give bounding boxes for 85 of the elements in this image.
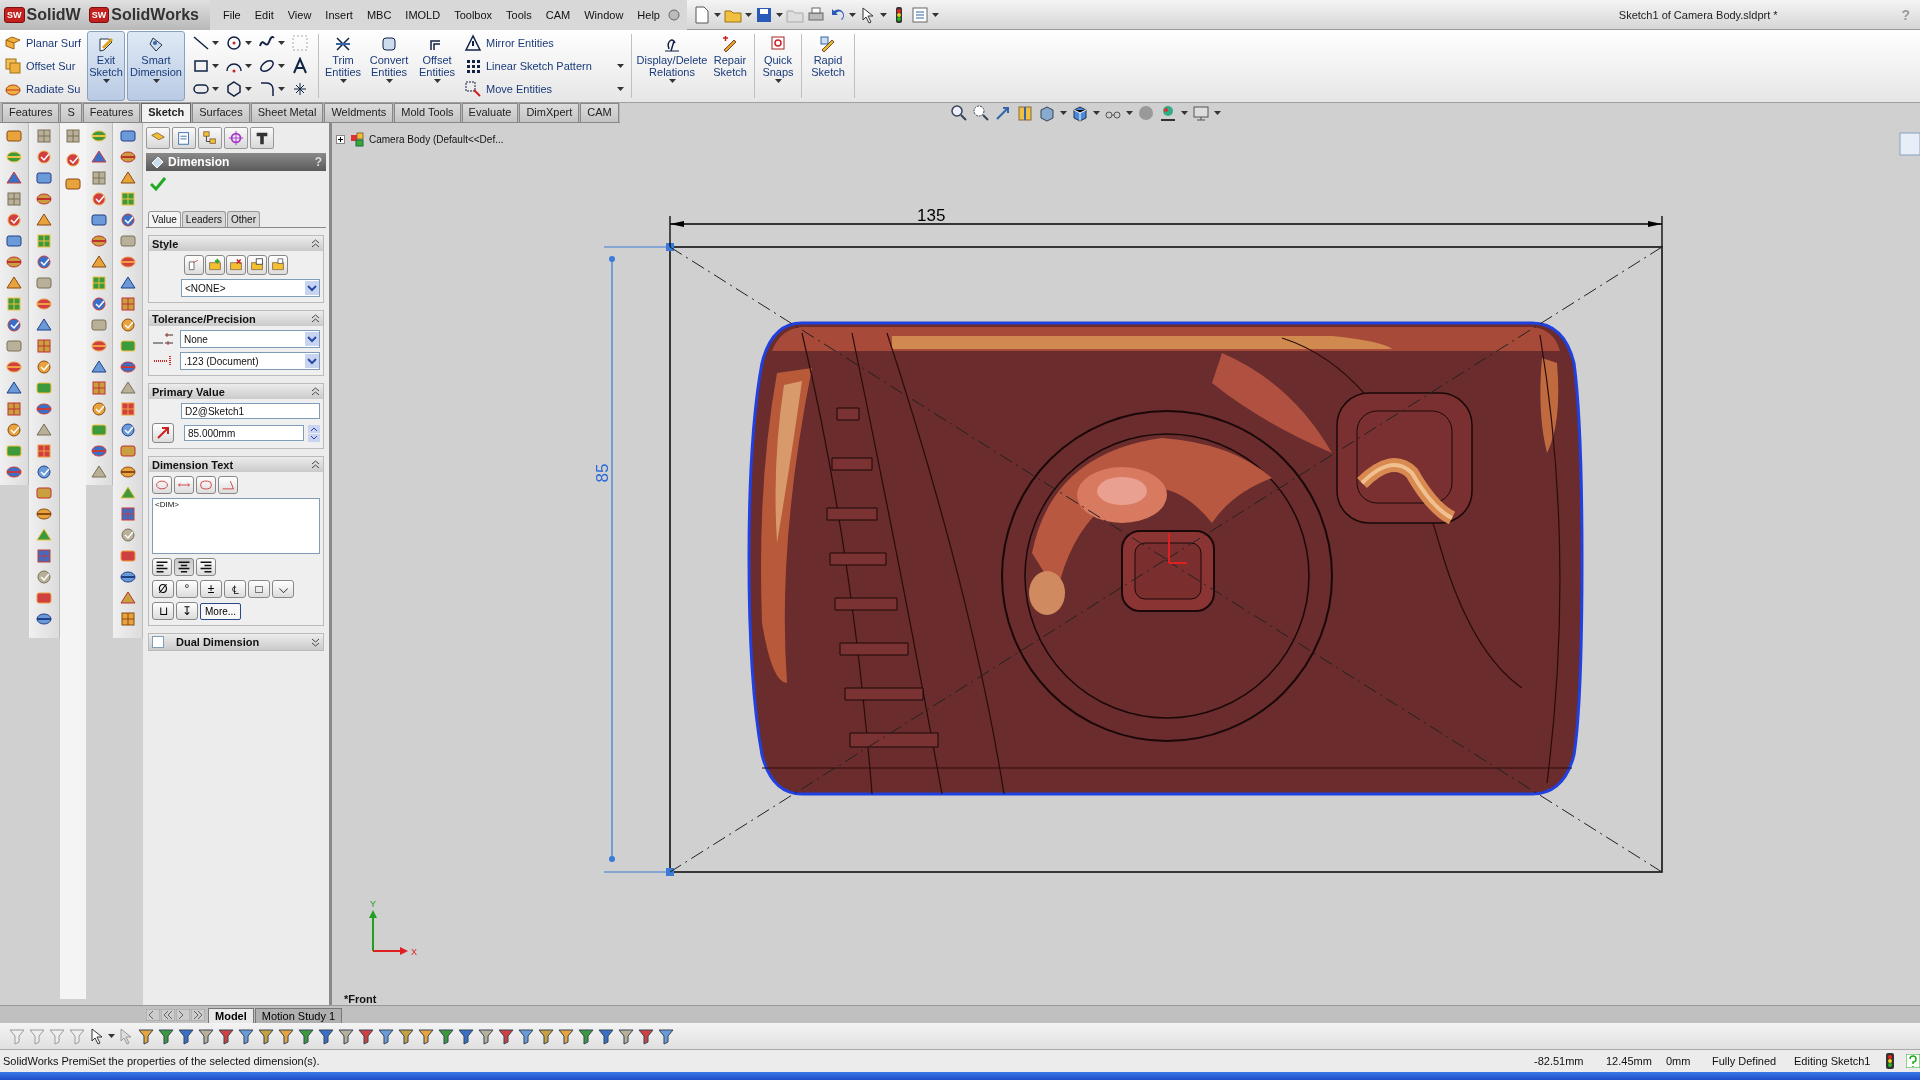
menu-item[interactable]: Window	[577, 8, 631, 21]
status-message: Set the properties of the selected dimension(s).	[89, 1055, 321, 1067]
menu-item[interactable]: CAM	[538, 8, 578, 21]
sketch-button[interactable]: Smart Dimension	[127, 31, 185, 101]
tab[interactable]: CAM	[580, 103, 619, 122]
tool-button[interactable]: Display/Delete Relations	[636, 31, 708, 101]
tab[interactable]: Features	[82, 103, 141, 122]
tree-item[interactable]: Camera Body (Default<<Def...	[369, 133, 504, 145]
symbol-button[interactable]: ±	[200, 580, 222, 598]
tool-label[interactable]: Planar Surf	[26, 37, 82, 50]
tab[interactable]: Other	[227, 211, 260, 227]
tab[interactable]: Leaders	[181, 211, 226, 227]
tab[interactable]: Surfaces	[192, 103, 250, 122]
tab[interactable]: Sheet Metal	[250, 103, 324, 122]
section-title: Dimension Text	[152, 458, 235, 471]
tool-button[interactable]: Offset Entities	[415, 31, 459, 101]
tool-label[interactable]: Offset Sur	[26, 60, 76, 72]
section-header[interactable]: Dual Dimension	[149, 634, 323, 650]
symbol-button[interactable]: ⊔	[152, 602, 174, 620]
tab[interactable]: Weldments	[324, 103, 394, 122]
section-title: Tolerance/Precision	[152, 312, 257, 325]
tool-button[interactable]: Quick Snaps	[759, 31, 797, 101]
dropdown[interactable]: .123 (Document)	[180, 352, 320, 370]
name-field[interactable]: D2@Sketch1	[181, 403, 320, 419]
symbol-button[interactable]: □	[248, 580, 270, 598]
tab[interactable]: Sketch	[141, 103, 192, 122]
axis-label: Y	[370, 899, 376, 909]
symbol-button[interactable]: °	[176, 580, 198, 598]
menu-item[interactable]: File	[216, 8, 248, 21]
app-logo: SolidWorks	[111, 5, 199, 24]
menu-item[interactable]: IMOLD	[398, 8, 448, 21]
tool-button[interactable]: Trim Entities	[323, 31, 363, 101]
menu-item[interactable]: Help	[630, 8, 667, 21]
menu-item[interactable]: Tools	[499, 8, 539, 21]
tool-label[interactable]: Radiate Su	[26, 82, 81, 95]
menu-item[interactable]: View	[280, 8, 319, 21]
coordinate-readout: 12.45mm	[1606, 1055, 1653, 1067]
section-title: Style	[152, 237, 180, 250]
tool-label[interactable]: Move Entities	[486, 82, 613, 95]
dimension-value[interactable]: 135	[917, 206, 946, 225]
sketch-state: Fully Defined	[1712, 1055, 1778, 1067]
symbol-button[interactable]: ↧	[176, 602, 198, 620]
tab[interactable]: DimXpert	[519, 103, 580, 122]
sketch-button[interactable]: Exit Sketch	[87, 31, 125, 101]
tool-button[interactable]: Convert Entities	[365, 31, 413, 101]
symbol-button[interactable]: ℄	[224, 580, 246, 598]
tab[interactable]: Mold Tools	[394, 103, 461, 122]
tab[interactable]: Motion Study 1	[254, 1008, 343, 1023]
more-button[interactable]: More...	[200, 602, 242, 620]
section-title: Dual Dimension	[175, 636, 261, 648]
status-text: SolidWorks Premi	[2, 1055, 89, 1067]
status-text: Editing Sketch1	[1794, 1055, 1872, 1067]
coordinate-readout: 0mm	[1666, 1055, 1692, 1067]
view-name: *Front	[344, 993, 377, 1005]
dropdown[interactable]: <NONE>	[181, 279, 320, 297]
menu-item[interactable]: Insert	[318, 8, 360, 21]
tab[interactable]: Features	[2, 103, 60, 122]
tool-button[interactable]: Rapid Sketch	[806, 31, 850, 101]
section-title: Primary Value	[152, 385, 226, 398]
dropdown[interactable]: None	[180, 330, 320, 348]
app-logo: SolidW	[26, 5, 81, 24]
symbol-button[interactable]: Ø	[152, 580, 174, 598]
logo-badge: SW	[4, 6, 25, 23]
tab[interactable]: Evaluate	[461, 103, 519, 122]
section-header[interactable]: Tolerance/Precision	[149, 311, 323, 326]
document-title: Sketch1 of Camera Body.sldprt *	[1617, 8, 1779, 21]
tab[interactable]: Value	[148, 211, 181, 227]
panel-title: Dimension	[168, 155, 231, 169]
menu-item[interactable]: Toolbox	[447, 8, 500, 21]
logo-badge: SW	[88, 6, 110, 23]
menu-item[interactable]: Edit	[247, 8, 281, 21]
tab[interactable]: S	[60, 103, 82, 122]
value-field[interactable]: 85.000mm	[184, 425, 304, 441]
section-header[interactable]: Style	[149, 236, 323, 251]
menu-item[interactable]: MBC	[359, 8, 399, 21]
dimension-text-field[interactable]: <DIM>	[152, 498, 320, 554]
tool-button[interactable]: Repair Sketch	[710, 31, 750, 101]
coordinate-readout: -82.51mm	[1534, 1055, 1585, 1067]
tool-label[interactable]: Mirror Entities	[486, 37, 624, 50]
section-header[interactable]: Primary Value	[149, 384, 323, 399]
section-header[interactable]: Dimension Text	[149, 457, 323, 472]
axis-label: X	[411, 947, 417, 957]
tab[interactable]: Model	[208, 1008, 254, 1023]
tool-label[interactable]: Linear Sketch Pattern	[486, 60, 613, 72]
symbol-button[interactable]: ⌵	[272, 580, 294, 598]
